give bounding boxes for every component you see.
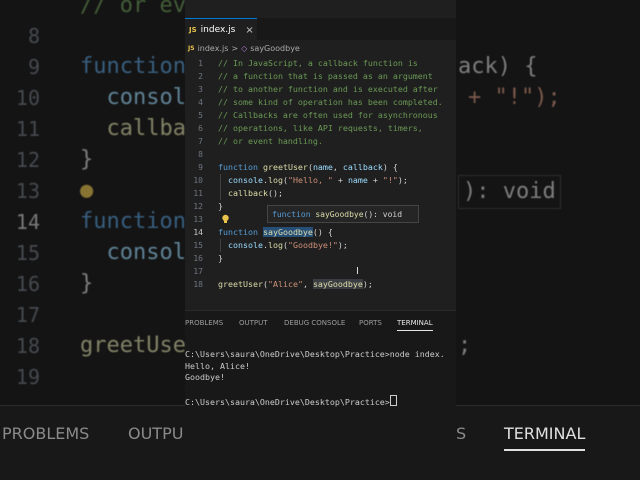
- bottom-panel: PROBLEMS OUTPUT DEBUG CONSOLE PORTS TERM…: [185, 310, 456, 480]
- terminal-blank: [185, 384, 456, 396]
- line-number: 16: [193, 254, 203, 263]
- code-line-comment: // to another function and is executed a…: [218, 84, 438, 94]
- line-number: 6: [198, 124, 203, 133]
- breadcrumb-symbol[interactable]: sayGoodbye: [250, 44, 300, 53]
- line-number: 17: [193, 267, 203, 276]
- code-line-comment: // In JavaScript, a callback function is: [218, 58, 418, 68]
- code-line: }: [218, 201, 223, 211]
- line-number: 11: [193, 189, 203, 198]
- code-line-comment: // some kind of operation has been compl…: [218, 97, 443, 107]
- code-line-comment: // operations, like API requests, timers…: [218, 123, 423, 133]
- breadcrumb-separator: >: [231, 43, 239, 53]
- line-number: 15: [193, 241, 203, 250]
- line-number: 5: [198, 111, 203, 120]
- tab-index-js[interactable]: JS index.js ×: [185, 18, 257, 41]
- line-number: 12: [193, 202, 203, 211]
- tab-problems[interactable]: PROBLEMS: [185, 319, 223, 327]
- code-editor[interactable]: 1 2 3 4 5 6 7 8 9 10 11 12 13 14 15 16 1…: [185, 57, 456, 302]
- tab-output[interactable]: OUTPUT: [239, 319, 268, 327]
- breadcrumb: JS index.js > ◇ sayGoodbye: [185, 41, 456, 55]
- terminal-prompt: C:\Users\saura\OneDrive\Desktop\Practice…: [185, 397, 390, 407]
- close-icon[interactable]: ×: [245, 25, 253, 36]
- editor-tab-bar: JS index.js ×: [185, 18, 456, 41]
- terminal-prompt-line: C:\Users\saura\OneDrive\Desktop\Practice…: [185, 395, 456, 409]
- line-number: 8: [198, 150, 203, 159]
- tab-debug-console[interactable]: DEBUG CONSOLE: [284, 319, 345, 327]
- tab-terminal[interactable]: TERMINAL: [397, 319, 433, 331]
- lightbulb-icon[interactable]: [221, 214, 230, 224]
- code-line: console.log("Goodbye!");: [228, 240, 348, 250]
- line-number: 18: [193, 280, 203, 289]
- code-line-comment: // or event handling.: [218, 136, 323, 146]
- line-number: 3: [198, 85, 203, 94]
- terminal-line: Hello, Alice!: [185, 360, 250, 371]
- tab-ports[interactable]: PORTS: [359, 319, 382, 327]
- code-line: greetUser("Alice", sayGoodbye);: [218, 279, 373, 289]
- editor-window: JS index.js × JS index.js > ◇ sayGoodbye…: [185, 0, 456, 480]
- javascript-file-icon: JS: [189, 26, 197, 34]
- tab-label: index.js: [200, 25, 236, 35]
- code-line-comment: // Callbacks are often used for asynchro…: [218, 110, 438, 120]
- line-number: 7: [198, 137, 203, 146]
- line-number: 2: [198, 72, 203, 81]
- code-line: console.log("Hello, " + name + "!");: [228, 175, 408, 185]
- terminal-output[interactable]: C:\Users\saura\OneDrive\Desktop\Practice…: [185, 349, 456, 409]
- code-line: function greetUser(name, callback) {: [218, 162, 398, 172]
- line-number: 1: [198, 59, 203, 68]
- mouse-text-cursor-icon: I: [356, 266, 359, 277]
- line-number: 4: [198, 98, 203, 107]
- code-line: }: [218, 253, 223, 263]
- symbol-method-icon: ◇: [241, 43, 248, 53]
- panel-tabs: PROBLEMS OUTPUT DEBUG CONSOLE PORTS TERM…: [185, 317, 456, 333]
- line-number: 9: [198, 163, 203, 172]
- javascript-file-icon: JS: [188, 44, 195, 52]
- lightbulb-icon: ●: [80, 178, 94, 203]
- code-line: callback();: [228, 188, 283, 198]
- line-number: 10: [193, 176, 203, 185]
- line-number: 13: [193, 215, 203, 224]
- hover-tooltip: function sayGoodbye(): void: [267, 205, 419, 223]
- code-line-comment: // a function that is passed as an argum…: [218, 71, 433, 81]
- line-number-current: 14: [193, 228, 203, 237]
- code-line-current: function sayGoodbye() {: [218, 227, 333, 237]
- terminal-command: C:\Users\saura\OneDrive\Desktop\Practice…: [185, 349, 445, 359]
- terminal-cursor: [389, 395, 397, 406]
- terminal-line: Goodbye!: [185, 372, 225, 382]
- breadcrumb-file[interactable]: index.js: [198, 44, 229, 53]
